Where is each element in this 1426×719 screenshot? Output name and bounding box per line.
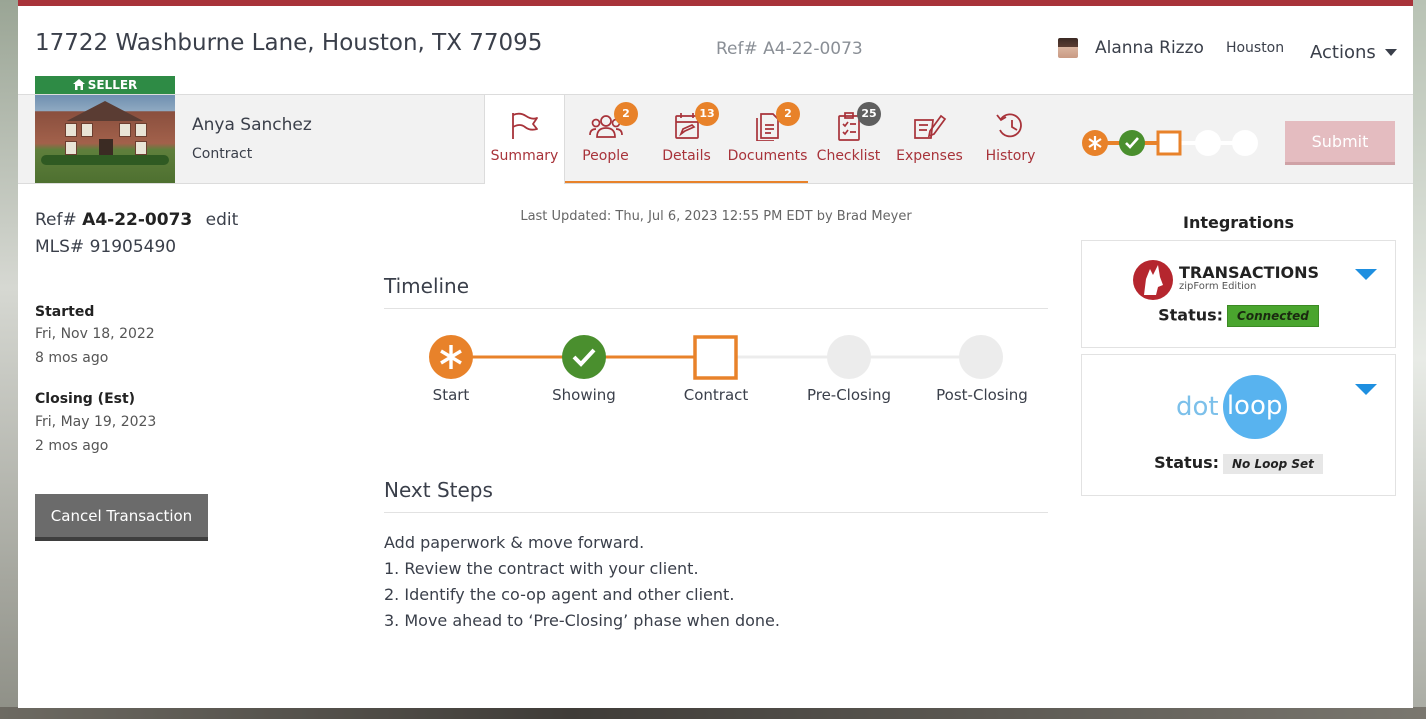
timeline-stage-label: Contract xyxy=(683,386,749,404)
tab-documents-label: Documents xyxy=(727,148,808,164)
tab-history[interactable]: History xyxy=(970,95,1051,183)
list-item: 2. Identify the co-op agent and other cl… xyxy=(384,585,735,604)
background-right xyxy=(1412,0,1426,719)
timeline-title: Timeline xyxy=(384,274,1048,309)
started-date: Fri, Nov 18, 2022 xyxy=(35,326,155,342)
tab-expenses-label: Expenses xyxy=(896,148,963,164)
showing-check-icon xyxy=(562,335,606,379)
property-photo[interactable] xyxy=(35,95,175,183)
contract-current-icon xyxy=(693,335,738,380)
transactions-integration-card: TRANSACTIONS zipForm Edition Status: Conn… xyxy=(1081,240,1396,348)
timeline-stage-label: Start xyxy=(432,386,470,404)
avatar xyxy=(1058,38,1078,58)
timeline-stage-label: Showing xyxy=(552,386,616,404)
mini-progress-tracker xyxy=(1082,130,1258,156)
dotloop-integration-card: dot loop Status: No Loop Set xyxy=(1081,354,1396,496)
tab-checklist-label: Checklist xyxy=(816,148,881,164)
tab-people[interactable]: 2 People xyxy=(565,95,646,183)
transactions-status-label: Status: xyxy=(1158,305,1224,325)
closing-ago: 2 mos ago xyxy=(35,438,109,454)
started-ago: 8 mos ago xyxy=(35,350,109,366)
transaction-tab-bar: Anya Sanchez Contract Summary 2 People 1… xyxy=(18,94,1413,184)
mini-contract-icon xyxy=(1156,130,1182,156)
tab-details-label: Details xyxy=(662,148,711,164)
people-count-badge: 2 xyxy=(614,102,638,126)
timeline-stage-label: Pre-Closing xyxy=(806,386,892,404)
client-stage: Contract xyxy=(192,146,253,162)
details-count-badge: 13 xyxy=(695,102,719,126)
ref-number: Ref# A4-22-0073 edit xyxy=(35,210,238,230)
pre-closing-circle xyxy=(827,335,871,379)
ref-value: A4-22-0073 xyxy=(82,210,193,230)
background-left xyxy=(0,0,18,719)
checklist-count-badge: 25 xyxy=(857,102,881,126)
flag-icon xyxy=(511,112,538,139)
closing-label: Closing (Est) xyxy=(35,391,136,407)
dotloop-status-label: Status: xyxy=(1154,453,1220,472)
next-steps-list: Add paperwork & move forward. 1. Review … xyxy=(384,530,780,634)
dotloop-logo-dot: dot xyxy=(1176,392,1219,422)
dotloop-logo-loop: loop xyxy=(1222,375,1287,439)
status-badge: Connected xyxy=(1227,305,1319,327)
post-closing-circle xyxy=(959,335,1003,379)
tab-summary[interactable]: Summary xyxy=(484,95,565,184)
status-badge: No Loop Set xyxy=(1223,453,1323,474)
home-icon xyxy=(72,79,85,90)
last-updated: Last Updated: Thu, Jul 6, 2023 12:55 PM … xyxy=(520,209,912,224)
tab-history-label: History xyxy=(985,148,1036,164)
property-address: 17722 Washburne Lane, Houston, TX 77095 xyxy=(35,30,543,56)
transaction-panel: 17722 Washburne Lane, Houston, TX 77095 … xyxy=(18,0,1413,708)
transactions-dropdown-icon[interactable] xyxy=(1355,269,1377,280)
seller-badge-label: SELLER xyxy=(87,78,138,92)
header-ref-number: Ref# A4-22-0073 xyxy=(716,39,863,59)
timeline-graphic xyxy=(429,335,1003,380)
actions-label: Actions xyxy=(1310,42,1376,63)
integrations-title: Integrations xyxy=(1182,213,1295,232)
background-bottom xyxy=(0,707,1426,719)
ref-prefix: Ref# xyxy=(35,210,77,230)
user-name: Alanna Rizzo xyxy=(1095,38,1204,58)
dotloop-dropdown-icon[interactable] xyxy=(1355,384,1377,395)
edit-ref-link[interactable]: edit xyxy=(206,210,239,230)
wolf-logo-icon xyxy=(1133,260,1173,300)
list-item: 3. Move ahead to ‘Pre-Closing’ phase whe… xyxy=(384,611,780,630)
list-item: Add paperwork & move forward. xyxy=(384,533,645,552)
dotloop-logo: dot loop xyxy=(1176,375,1287,439)
timeline: Start Showing Contract Pre-Closing Post-… xyxy=(384,328,1048,418)
list-item: 1. Review the contract with your client. xyxy=(384,559,699,578)
tab-documents[interactable]: 2 Documents xyxy=(727,95,808,183)
transactions-logo: TRANSACTIONS zipForm Edition xyxy=(1132,259,1319,301)
tab-details[interactable]: 13 Details xyxy=(646,95,727,183)
user-menu[interactable]: Alanna Rizzo Houston xyxy=(1058,38,1284,58)
client-name: Anya Sanchez xyxy=(192,115,312,135)
seller-badge: SELLER xyxy=(35,76,175,95)
history-icon xyxy=(995,113,1022,138)
tab-expenses[interactable]: Expenses xyxy=(889,95,970,183)
mls-number: MLS# 91905490 xyxy=(35,237,177,257)
started-label: Started xyxy=(35,304,95,320)
chevron-down-icon xyxy=(1384,49,1397,56)
timeline-stage-label: Post-Closing xyxy=(936,386,1028,404)
submit-button[interactable]: Submit xyxy=(1285,121,1395,165)
transactions-status: Status: Connected xyxy=(1082,305,1395,327)
receipt-pen-icon xyxy=(913,114,946,139)
transactions-logo-sub: zipForm Edition xyxy=(1179,281,1257,292)
closing-date: Fri, May 19, 2023 xyxy=(35,414,157,430)
office-name: Houston xyxy=(1225,40,1285,56)
next-steps-title: Next Steps xyxy=(384,478,1048,513)
documents-count-badge: 2 xyxy=(776,102,800,126)
dotloop-status: Status: No Loop Set xyxy=(1082,453,1395,474)
transactions-logo-text: TRANSACTIONS xyxy=(1179,263,1320,282)
tab-checklist[interactable]: 25 Checklist xyxy=(808,95,889,183)
actions-dropdown[interactable]: Actions xyxy=(1310,42,1397,63)
cancel-transaction-button[interactable]: Cancel Transaction xyxy=(35,494,208,541)
tab-summary-label: Summary xyxy=(490,148,559,164)
tab-people-label: People xyxy=(582,148,629,164)
